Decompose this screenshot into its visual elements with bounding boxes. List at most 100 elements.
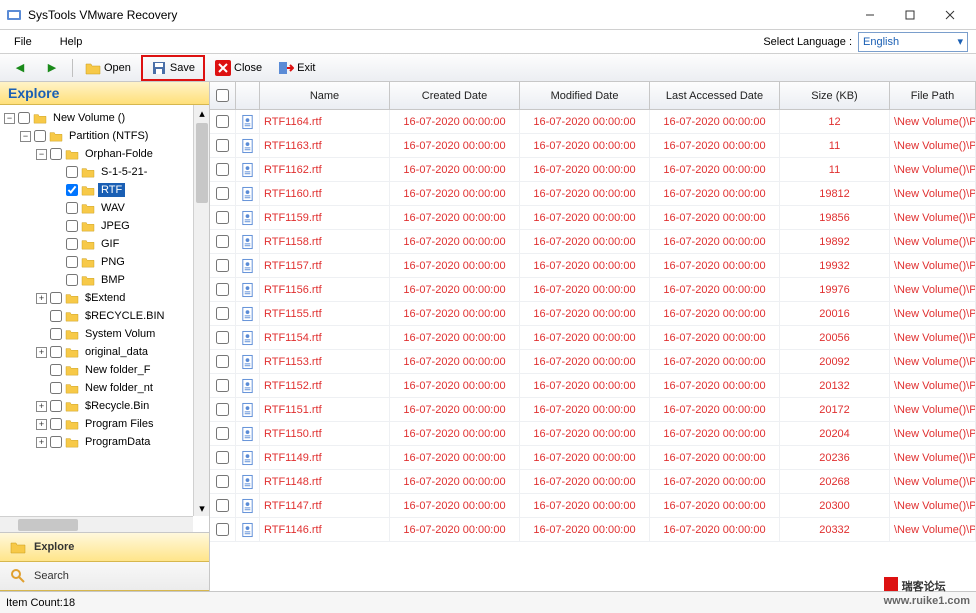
tree-checkbox[interactable] (50, 382, 62, 394)
tree-checkbox[interactable] (50, 436, 62, 448)
row-checkbox-cell[interactable] (210, 326, 236, 349)
save-button[interactable]: Save (145, 57, 201, 79)
tree-bmp[interactable]: BMP (2, 271, 207, 289)
table-row[interactable]: RTF1163.rtf16-07-2020 00:00:0016-07-2020… (210, 134, 976, 158)
tree-recbin[interactable]: +$Recycle.Bin (2, 397, 207, 415)
menu-help[interactable]: Help (54, 34, 89, 50)
tree-checkbox[interactable] (34, 130, 46, 142)
row-checkbox-cell[interactable] (210, 350, 236, 373)
row-checkbox-cell[interactable] (210, 446, 236, 469)
table-row[interactable]: RTF1146.rtf16-07-2020 00:00:0016-07-2020… (210, 518, 976, 542)
maximize-button[interactable] (890, 1, 930, 29)
tree-checkbox[interactable] (66, 202, 78, 214)
row-checkbox[interactable] (216, 187, 229, 200)
table-row[interactable]: RTF1152.rtf16-07-2020 00:00:0016-07-2020… (210, 374, 976, 398)
table-row[interactable]: RTF1159.rtf16-07-2020 00:00:0016-07-2020… (210, 206, 976, 230)
row-checkbox[interactable] (216, 283, 229, 296)
table-row[interactable]: RTF1164.rtf16-07-2020 00:00:0016-07-2020… (210, 110, 976, 134)
tree-orig[interactable]: +original_data (2, 343, 207, 361)
folder-tree[interactable]: −New Volume () −Partition (NTFS) −Orphan… (0, 105, 209, 455)
table-row[interactable]: RTF1156.rtf16-07-2020 00:00:0016-07-2020… (210, 278, 976, 302)
tree-checkbox[interactable] (66, 184, 78, 196)
tree-rtf[interactable]: RTF (2, 181, 207, 199)
minimize-button[interactable] (850, 1, 890, 29)
tree-checkbox[interactable] (66, 220, 78, 232)
grid-body[interactable]: RTF1164.rtf16-07-2020 00:00:0016-07-2020… (210, 110, 976, 591)
tree-pd[interactable]: +ProgramData (2, 433, 207, 451)
tree-partition[interactable]: −Partition (NTFS) (2, 127, 207, 145)
tree-checkbox[interactable] (50, 418, 62, 430)
row-checkbox[interactable] (216, 211, 229, 224)
tree-checkbox[interactable] (66, 274, 78, 286)
tree-pf[interactable]: +Program Files (2, 415, 207, 433)
scroll-up-icon[interactable]: ▴ (194, 105, 209, 121)
row-checkbox[interactable] (216, 259, 229, 272)
row-checkbox[interactable] (216, 499, 229, 512)
row-checkbox[interactable] (216, 379, 229, 392)
tree-nf1[interactable]: New folder_F (2, 361, 207, 379)
tree-checkbox[interactable] (50, 292, 62, 304)
tree-checkbox[interactable] (50, 328, 62, 340)
nav-forward-button[interactable]: ▶ (38, 57, 66, 79)
tree-recycle[interactable]: $RECYCLE.BIN (2, 307, 207, 325)
row-checkbox-cell[interactable] (210, 302, 236, 325)
table-row[interactable]: RTF1157.rtf16-07-2020 00:00:0016-07-2020… (210, 254, 976, 278)
row-checkbox[interactable] (216, 235, 229, 248)
col-modified[interactable]: Modified Date (520, 82, 650, 109)
row-checkbox[interactable] (216, 403, 229, 416)
close-button[interactable] (930, 1, 970, 29)
tree-orphan[interactable]: −Orphan-Folde (2, 145, 207, 163)
row-checkbox-cell[interactable] (210, 206, 236, 229)
tree-sysvol[interactable]: System Volum (2, 325, 207, 343)
scroll-down-icon[interactable]: ▾ (194, 500, 209, 516)
col-path[interactable]: File Path (890, 82, 976, 109)
col-accessed[interactable]: Last Accessed Date (650, 82, 780, 109)
tree-hscrollbar[interactable] (0, 516, 193, 532)
tree-jpeg[interactable]: JPEG (2, 217, 207, 235)
row-checkbox-cell[interactable] (210, 134, 236, 157)
row-checkbox-cell[interactable] (210, 398, 236, 421)
table-row[interactable]: RTF1160.rtf16-07-2020 00:00:0016-07-2020… (210, 182, 976, 206)
tree-checkbox[interactable] (66, 238, 78, 250)
tree-checkbox[interactable] (50, 310, 62, 322)
tree-root[interactable]: −New Volume () (2, 109, 207, 127)
tree-wav[interactable]: WAV (2, 199, 207, 217)
row-checkbox-cell[interactable] (210, 470, 236, 493)
row-checkbox-cell[interactable] (210, 110, 236, 133)
scroll-thumb[interactable] (18, 519, 78, 531)
table-row[interactable]: RTF1162.rtf16-07-2020 00:00:0016-07-2020… (210, 158, 976, 182)
col-created[interactable]: Created Date (390, 82, 520, 109)
language-select[interactable]: English ▾ (858, 32, 968, 52)
row-checkbox[interactable] (216, 163, 229, 176)
exit-button[interactable]: Exit (272, 57, 321, 79)
tree-checkbox[interactable] (18, 112, 30, 124)
row-checkbox[interactable] (216, 139, 229, 152)
tree-checkbox[interactable] (66, 256, 78, 268)
nav-explore[interactable]: Explore (0, 533, 209, 562)
table-row[interactable]: RTF1147.rtf16-07-2020 00:00:0016-07-2020… (210, 494, 976, 518)
row-checkbox-cell[interactable] (210, 254, 236, 277)
row-checkbox[interactable] (216, 355, 229, 368)
row-checkbox-cell[interactable] (210, 182, 236, 205)
nav-search[interactable]: Search (0, 562, 209, 591)
row-checkbox-cell[interactable] (210, 374, 236, 397)
row-checkbox[interactable] (216, 115, 229, 128)
table-row[interactable]: RTF1151.rtf16-07-2020 00:00:0016-07-2020… (210, 398, 976, 422)
table-row[interactable]: RTF1150.rtf16-07-2020 00:00:0016-07-2020… (210, 422, 976, 446)
row-checkbox[interactable] (216, 475, 229, 488)
row-checkbox[interactable] (216, 451, 229, 464)
row-checkbox-cell[interactable] (210, 518, 236, 541)
tree-vscrollbar[interactable]: ▴▾ (193, 105, 209, 516)
tree-checkbox[interactable] (66, 166, 78, 178)
table-row[interactable]: RTF1149.rtf16-07-2020 00:00:0016-07-2020… (210, 446, 976, 470)
tree-gif[interactable]: GIF (2, 235, 207, 253)
row-checkbox-cell[interactable] (210, 422, 236, 445)
nav-back-button[interactable]: ◀ (6, 57, 34, 79)
table-row[interactable]: RTF1154.rtf16-07-2020 00:00:0016-07-2020… (210, 326, 976, 350)
open-button[interactable]: Open (79, 57, 137, 79)
row-checkbox-cell[interactable] (210, 158, 236, 181)
tree-sid[interactable]: S-1-5-21- (2, 163, 207, 181)
tree-checkbox[interactable] (50, 346, 62, 358)
table-row[interactable]: RTF1153.rtf16-07-2020 00:00:0016-07-2020… (210, 350, 976, 374)
col-checkbox[interactable] (210, 82, 236, 109)
